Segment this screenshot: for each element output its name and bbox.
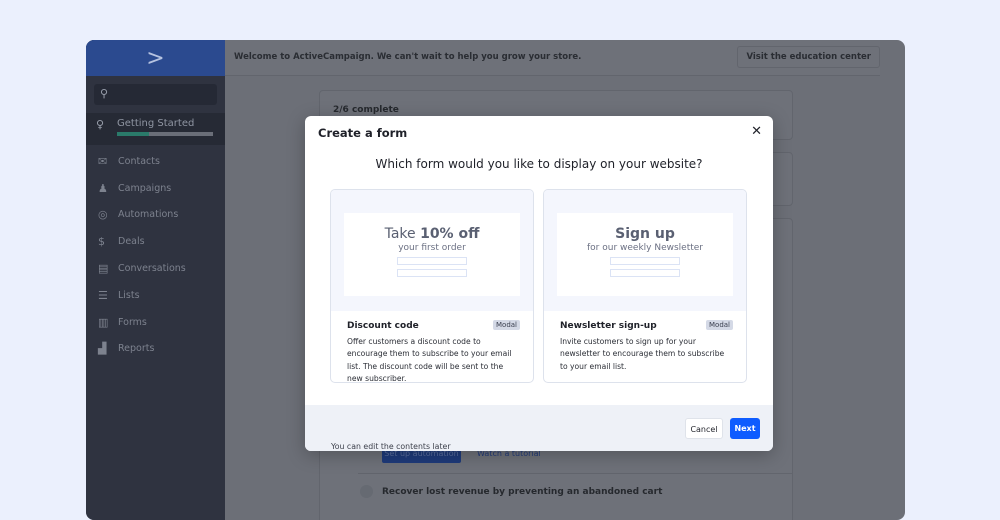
sidebar-item-reports[interactable]: ▟ Reports	[86, 336, 225, 363]
label: Conversations	[118, 263, 186, 275]
preview-subheading: your first order	[398, 243, 466, 253]
sidebar: > ⚲ ♀ Getting Started ✉ Contacts ♟ Campaig…	[86, 40, 225, 520]
label: Reports	[118, 343, 155, 355]
label: Deals	[118, 236, 145, 248]
automation-icon: ◎	[98, 208, 108, 222]
preview-heading: Take	[384, 226, 421, 242]
sidebar-item-getting-started[interactable]: ♀ Getting Started	[86, 113, 225, 145]
label: Campaigns	[118, 182, 172, 194]
welcome-text: Welcome to ActiveCampaign. We can't wait…	[234, 52, 582, 62]
sidebar-item-forms[interactable]: ▥ Forms	[86, 309, 225, 336]
education-center-button[interactable]: Visit the education center	[737, 46, 880, 68]
search-input[interactable]: ⚲	[94, 84, 217, 105]
list-icon: ☰	[98, 288, 108, 302]
chart-icon: ▟	[98, 342, 107, 356]
next-button[interactable]: Next	[730, 418, 760, 439]
discount-code-option[interactable]: Take 10% off your first order Discount c…	[330, 189, 534, 383]
getting-started-label: Getting Started	[117, 118, 195, 129]
modal-question: Which form would you like to display on …	[375, 157, 703, 171]
form-icon: ▥	[98, 315, 109, 329]
label: Contacts	[118, 155, 160, 167]
label: Automations	[118, 209, 179, 221]
preview-subheading: for our weekly Newsletter	[587, 243, 703, 253]
task-title[interactable]: Recover lost revenue by preventing an ab…	[382, 487, 662, 497]
modal-badge: Modal	[706, 320, 733, 330]
close-icon[interactable]: ✕	[751, 124, 762, 139]
sidebar-item-contacts[interactable]: ✉ Contacts	[86, 148, 225, 175]
modal-badge: Modal	[493, 320, 520, 330]
newsletter-signup-option[interactable]: Sign up for our weekly Newsletter Newsle…	[543, 189, 747, 383]
envelope-icon: ✉	[98, 154, 108, 168]
card-description: Offer customers a discount code to encou…	[347, 337, 512, 383]
megaphone-icon: ♟	[98, 181, 108, 195]
logo[interactable]: >	[86, 40, 225, 76]
card-name: Discount code	[347, 321, 419, 331]
sidebar-item-lists[interactable]: ☰ Lists	[86, 282, 225, 309]
sidebar-item-campaigns[interactable]: ♟ Campaigns	[86, 175, 225, 202]
form-preview: Sign up for our weekly Newsletter	[544, 190, 746, 311]
dollar-icon: $	[98, 235, 105, 249]
create-form-modal: Create a form ✕ Which form would you lik…	[305, 116, 773, 451]
progress-bar	[117, 132, 213, 136]
top-header: Welcome to ActiveCampaign. We can't wait…	[225, 40, 880, 76]
sidebar-item-conversations[interactable]: ▤ Conversations	[86, 255, 225, 282]
progress-text: 2/6 complete	[333, 105, 399, 115]
card-description: Invite customers to sign up for your new…	[560, 337, 725, 371]
search-icon: ⚲	[100, 87, 109, 100]
sidebar-item-deals[interactable]: $ Deals	[86, 228, 225, 255]
label: Lists	[118, 289, 140, 301]
card-name: Newsletter sign-up	[560, 321, 657, 331]
edit-hint: You can edit the contents later	[331, 442, 451, 451]
sidebar-item-automations[interactable]: ◎ Automations	[86, 202, 225, 229]
modal-title: Create a form	[318, 126, 408, 140]
label: Forms	[118, 316, 147, 328]
lightbulb-icon: ♀	[96, 118, 105, 131]
task-checkbox[interactable]	[360, 485, 373, 498]
cancel-button[interactable]: Cancel	[685, 418, 723, 439]
form-preview: Take 10% off your first order	[331, 190, 533, 311]
preview-heading-bold: 10% off	[420, 226, 480, 242]
preview-heading-bold: Sign up	[615, 226, 675, 242]
chat-icon: ▤	[98, 262, 109, 276]
